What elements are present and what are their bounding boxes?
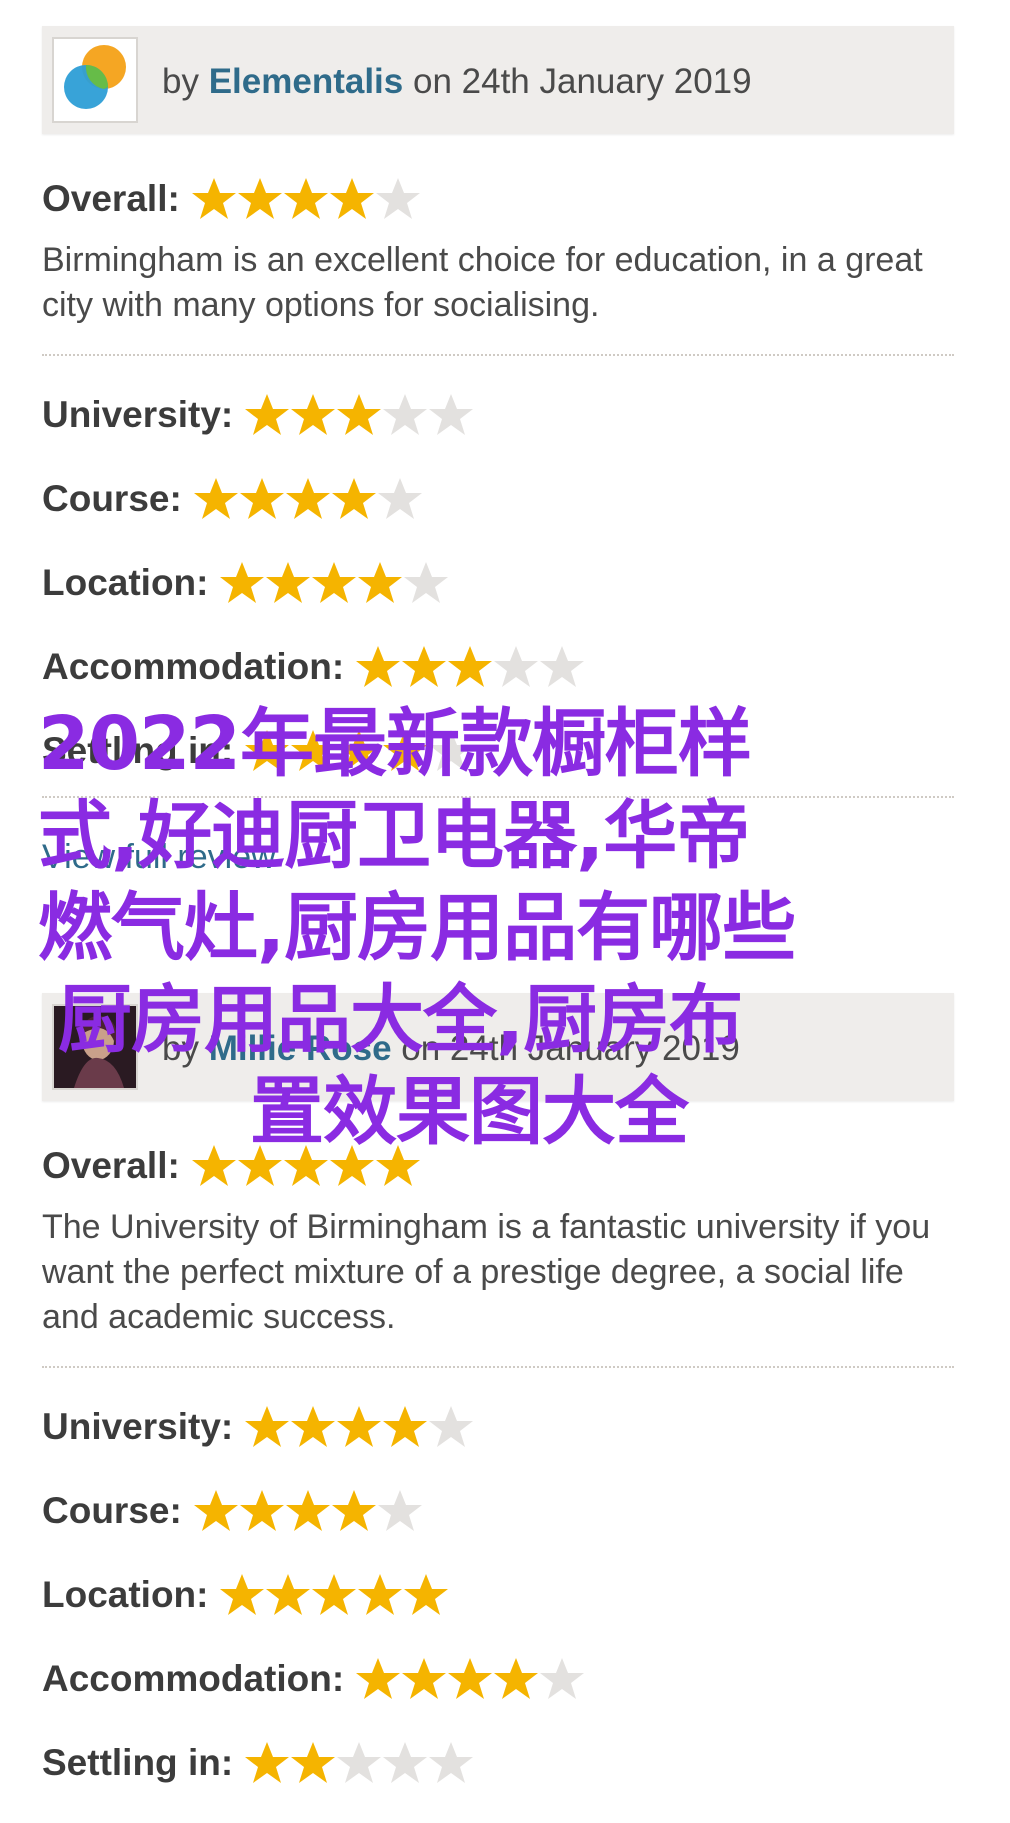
star-filled-icon bbox=[291, 1742, 336, 1783]
star-filled-icon bbox=[266, 562, 311, 603]
star-filled-icon bbox=[220, 1574, 265, 1615]
star-filled-icon bbox=[283, 178, 328, 219]
star-rating bbox=[218, 560, 449, 606]
star-filled-icon bbox=[448, 646, 493, 687]
star-empty-icon bbox=[337, 1742, 382, 1783]
star-empty-icon bbox=[494, 646, 539, 687]
rating-label: University: bbox=[42, 394, 234, 435]
star-filled-icon bbox=[245, 394, 290, 435]
divider bbox=[42, 1366, 954, 1368]
star-filled-icon bbox=[291, 394, 336, 435]
star-rating bbox=[192, 476, 422, 522]
star-filled-icon bbox=[285, 1490, 330, 1531]
overall-rating-row: Overall: bbox=[42, 174, 954, 224]
rating-label: Course: bbox=[42, 1490, 182, 1531]
star-empty-icon bbox=[377, 1490, 422, 1531]
star-rating bbox=[190, 176, 420, 222]
overall-label: Overall: bbox=[42, 178, 180, 219]
star-filled-icon bbox=[220, 562, 265, 603]
star-empty-icon bbox=[429, 394, 474, 435]
star-filled-icon bbox=[383, 1406, 428, 1447]
star-empty-icon bbox=[377, 478, 422, 519]
by-prefix: by bbox=[162, 62, 199, 101]
overlay-line: 置效果图大全 bbox=[250, 1069, 689, 1155]
star-empty-icon bbox=[383, 1742, 428, 1783]
star-filled-icon bbox=[237, 178, 282, 219]
author-link[interactable]: Elementalis bbox=[209, 62, 404, 101]
avatar-logo-icon bbox=[64, 45, 126, 109]
star-empty-icon bbox=[404, 562, 449, 603]
star-filled-icon bbox=[245, 1406, 290, 1447]
overlay-line: 2022年最新款橱柜样 bbox=[38, 701, 752, 787]
star-filled-icon bbox=[312, 562, 357, 603]
review-date: on 24th January 2019 bbox=[412, 62, 752, 101]
star-filled-icon bbox=[494, 1658, 539, 1699]
star-rating bbox=[243, 392, 474, 438]
star-rating bbox=[192, 1488, 422, 1534]
page: by Elementalis on 24th January 2019 Over… bbox=[0, 0, 1010, 1823]
star-filled-icon bbox=[404, 1574, 449, 1615]
rating-row-university: University: bbox=[42, 1402, 954, 1452]
star-empty-icon bbox=[429, 1406, 474, 1447]
rating-row-course: Course: bbox=[42, 1486, 954, 1536]
star-empty-icon bbox=[429, 1742, 474, 1783]
rating-row-university: University: bbox=[42, 390, 954, 440]
divider bbox=[42, 354, 954, 356]
star-rating bbox=[218, 1572, 449, 1618]
star-filled-icon bbox=[239, 478, 284, 519]
star-rating bbox=[354, 1656, 585, 1702]
rating-label: Accommodation: bbox=[42, 1658, 345, 1699]
star-filled-icon bbox=[356, 1658, 401, 1699]
review-text: The University of Birmingham is a fantas… bbox=[42, 1208, 931, 1336]
star-filled-icon bbox=[329, 178, 374, 219]
overlay-caption: 2022年最新款橱柜样 式,好迪厨卫电器,华帝 燃气灶,厨房用品有哪些 厨房用品… bbox=[38, 698, 918, 1158]
rating-label: Course: bbox=[42, 478, 182, 519]
star-filled-icon bbox=[291, 1406, 336, 1447]
star-empty-icon bbox=[540, 1658, 585, 1699]
avatar[interactable] bbox=[52, 37, 138, 123]
rating-row-location: Location: bbox=[42, 1570, 954, 1620]
star-filled-icon bbox=[193, 1490, 238, 1531]
star-filled-icon bbox=[245, 1742, 290, 1783]
star-rating bbox=[354, 644, 585, 690]
review-text: Birmingham is an excellent choice for ed… bbox=[42, 241, 923, 324]
star-rating bbox=[243, 1740, 474, 1786]
rating-row-location: Location: bbox=[42, 558, 954, 608]
rating-label: Accommodation: bbox=[42, 646, 345, 687]
star-filled-icon bbox=[358, 1574, 403, 1615]
rating-row-accommodation: Accommodation: bbox=[42, 1654, 954, 1704]
rating-label: Settling in: bbox=[42, 1742, 234, 1783]
star-filled-icon bbox=[266, 1574, 311, 1615]
review-byline: by Elementalis on 24th January 2019 bbox=[162, 62, 752, 102]
star-filled-icon bbox=[337, 1406, 382, 1447]
overlay-line: 式,好迪厨卫电器,华帝 bbox=[38, 793, 750, 879]
star-filled-icon bbox=[312, 1574, 357, 1615]
star-filled-icon bbox=[193, 478, 238, 519]
star-filled-icon bbox=[356, 646, 401, 687]
star-filled-icon bbox=[448, 1658, 493, 1699]
overlay-line: 厨房用品大全,厨房布 bbox=[58, 977, 743, 1063]
star-filled-icon bbox=[191, 178, 236, 219]
star-filled-icon bbox=[239, 1490, 284, 1531]
rating-row-course: Course: bbox=[42, 474, 954, 524]
rating-label: Location: bbox=[42, 562, 209, 603]
star-filled-icon bbox=[285, 478, 330, 519]
rating-label: Location: bbox=[42, 1574, 209, 1615]
star-filled-icon bbox=[331, 1490, 376, 1531]
star-empty-icon bbox=[375, 178, 420, 219]
rating-row-settling-in: Settling in: bbox=[42, 1738, 954, 1788]
star-rating bbox=[243, 1404, 474, 1450]
star-filled-icon bbox=[331, 478, 376, 519]
rating-label: University: bbox=[42, 1406, 234, 1447]
review-header: by Elementalis on 24th January 2019 bbox=[42, 26, 954, 134]
star-filled-icon bbox=[337, 394, 382, 435]
star-empty-icon bbox=[383, 394, 428, 435]
star-filled-icon bbox=[402, 646, 447, 687]
overlay-line: 燃气灶,厨房用品有哪些 bbox=[38, 885, 796, 971]
star-empty-icon bbox=[540, 646, 585, 687]
star-filled-icon bbox=[402, 1658, 447, 1699]
star-filled-icon bbox=[358, 562, 403, 603]
rating-row-accommodation: Accommodation: bbox=[42, 642, 954, 692]
